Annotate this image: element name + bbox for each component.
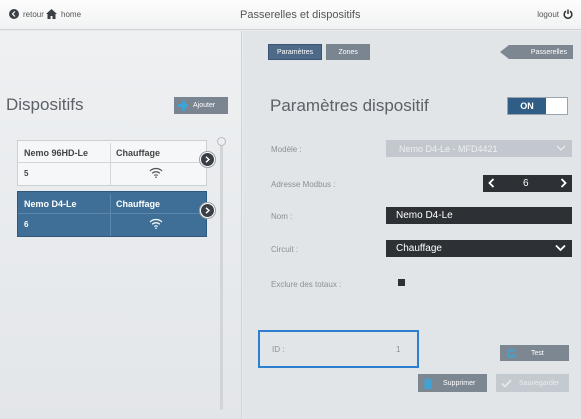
wifi-icon <box>149 167 163 178</box>
refresh-icon <box>506 348 517 358</box>
device-card[interactable]: Nemo 96HD-Le Chauffage 5 <box>17 140 215 186</box>
home-button[interactable]: home <box>46 9 81 19</box>
device-type: Chauffage <box>116 199 161 209</box>
circuit-label: Circuit : <box>271 245 299 254</box>
device-card-selected[interactable]: Nemo D4-Le Chauffage 6 <box>17 191 215 237</box>
exclude-totals-label: Exclure des totaux : <box>271 280 342 289</box>
circuit-select[interactable]: Chauffage <box>386 240 572 257</box>
name-label: Nom : <box>271 212 293 221</box>
divider <box>110 143 111 185</box>
device-name: Nemo 96HD-Le <box>24 148 89 158</box>
chevron-right-icon[interactable] <box>200 203 215 218</box>
divider <box>18 162 206 163</box>
name-field[interactable]: Nemo D4-Le <box>386 207 572 224</box>
tab-bar: Paramètres Zones <box>268 44 371 60</box>
model-select[interactable]: Nemo D4-Le - MFD4421 <box>386 140 572 157</box>
save-button[interactable]: Sauvegarder <box>496 374 569 392</box>
chevron-right-icon[interactable] <box>200 152 215 167</box>
home-icon <box>46 9 57 19</box>
increment-icon[interactable] <box>560 178 567 191</box>
power-icon <box>563 9 573 19</box>
back-arrow-icon <box>9 9 19 19</box>
wifi-icon <box>149 218 163 229</box>
chevron-down-icon <box>556 145 566 151</box>
logout-button[interactable]: logout <box>537 9 573 19</box>
device-address: 6 <box>24 220 29 229</box>
add-device-button[interactable]: Ajouter <box>174 97 228 114</box>
trash-icon <box>423 377 433 389</box>
id-label: ID : <box>272 345 285 354</box>
parameters-heading: Paramètres dispositif <box>270 96 429 115</box>
devices-heading: Dispositifs <box>6 95 84 114</box>
modbus-address-stepper[interactable]: 6 <box>483 175 572 192</box>
exclude-totals-checkbox[interactable] <box>398 279 405 286</box>
back-button[interactable]: retour <box>9 9 44 19</box>
device-list-scrollbar[interactable] <box>220 140 223 410</box>
back-label: retour <box>23 9 44 19</box>
model-label: Modèle : <box>271 145 302 154</box>
add-device-label: Ajouter <box>193 102 216 109</box>
divider <box>110 194 111 236</box>
checkmark-icon <box>501 378 512 388</box>
model-value: Nemo D4-Le - MFD4421 <box>399 143 498 154</box>
decrement-icon[interactable] <box>488 178 495 191</box>
test-button[interactable]: Test <box>500 345 569 361</box>
delete-button[interactable]: Supprimer <box>418 374 487 392</box>
logout-label: logout <box>537 9 559 19</box>
tab-zones[interactable]: Zones <box>326 44 371 60</box>
test-label: Test <box>531 349 544 357</box>
modbus-address-label: Adresse Modbus : <box>271 180 336 189</box>
page-title: Passerelles et dispositifs <box>240 9 361 21</box>
device-name: Nemo D4-Le <box>24 199 77 209</box>
id-value: 1 <box>396 345 401 354</box>
gateways-button[interactable]: Passerelles <box>500 45 573 59</box>
modbus-address-value: 6 <box>523 178 529 189</box>
divider <box>18 213 206 214</box>
tab-parameters[interactable]: Paramètres <box>268 44 323 60</box>
toggle-on-label: ON <box>508 98 546 114</box>
home-label: home <box>61 9 82 19</box>
top-bar: retour home Passerelles et dispositifs l… <box>0 0 581 30</box>
on-off-toggle[interactable]: ON <box>507 97 568 115</box>
device-type: Chauffage <box>116 148 161 158</box>
circuit-value: Chauffage <box>396 243 442 254</box>
device-address: 5 <box>24 169 29 178</box>
save-label: Sauvegarder <box>519 379 560 387</box>
scrollbar-thumb[interactable] <box>217 137 226 146</box>
delete-label: Supprimer <box>443 379 476 387</box>
chevron-down-icon <box>555 244 566 252</box>
plus-icon <box>178 100 188 111</box>
